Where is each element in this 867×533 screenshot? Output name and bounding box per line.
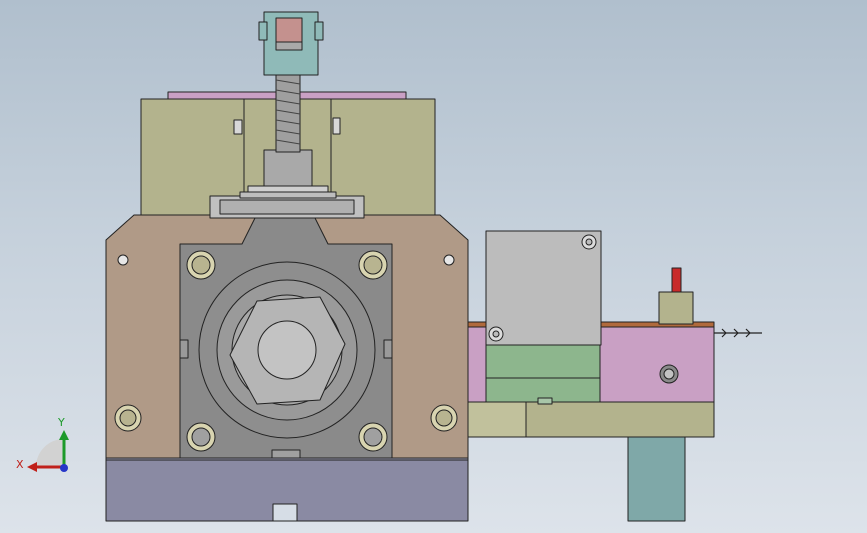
bolt-bottom-left [114,404,142,432]
gray-cover-box [485,230,602,346]
body-hole-left [117,254,129,266]
red-pin [671,267,682,293]
cad-graphics-viewport[interactable]: X Y [0,0,867,533]
housing-pin-right [332,117,341,135]
wire-arrows [714,328,762,338]
triad-y-label: Y [58,416,65,429]
flange-bolt-bottom-right [358,422,388,452]
pin-tower [658,291,694,325]
flange-bolt-top-left [186,250,216,280]
hex-nut-bore [257,320,317,380]
teal-cylinder [627,436,686,522]
coordinate-triad [27,430,69,472]
spindle-collar [263,149,313,191]
flange-bolt-top-right [358,250,388,280]
right-pink-block [599,325,715,403]
flange-bolt-bottom-left [186,422,216,452]
base-plate-notch [272,503,298,522]
body-hole-right [443,254,455,266]
triad-x-label: X [16,458,24,471]
triad-z-axis [60,464,68,472]
fixture-assembly-drawing[interactable] [0,0,867,533]
bolt-bottom-right [430,404,458,432]
housing-pin-left [233,119,243,135]
set-screw [659,364,679,384]
green-block [485,343,601,403]
